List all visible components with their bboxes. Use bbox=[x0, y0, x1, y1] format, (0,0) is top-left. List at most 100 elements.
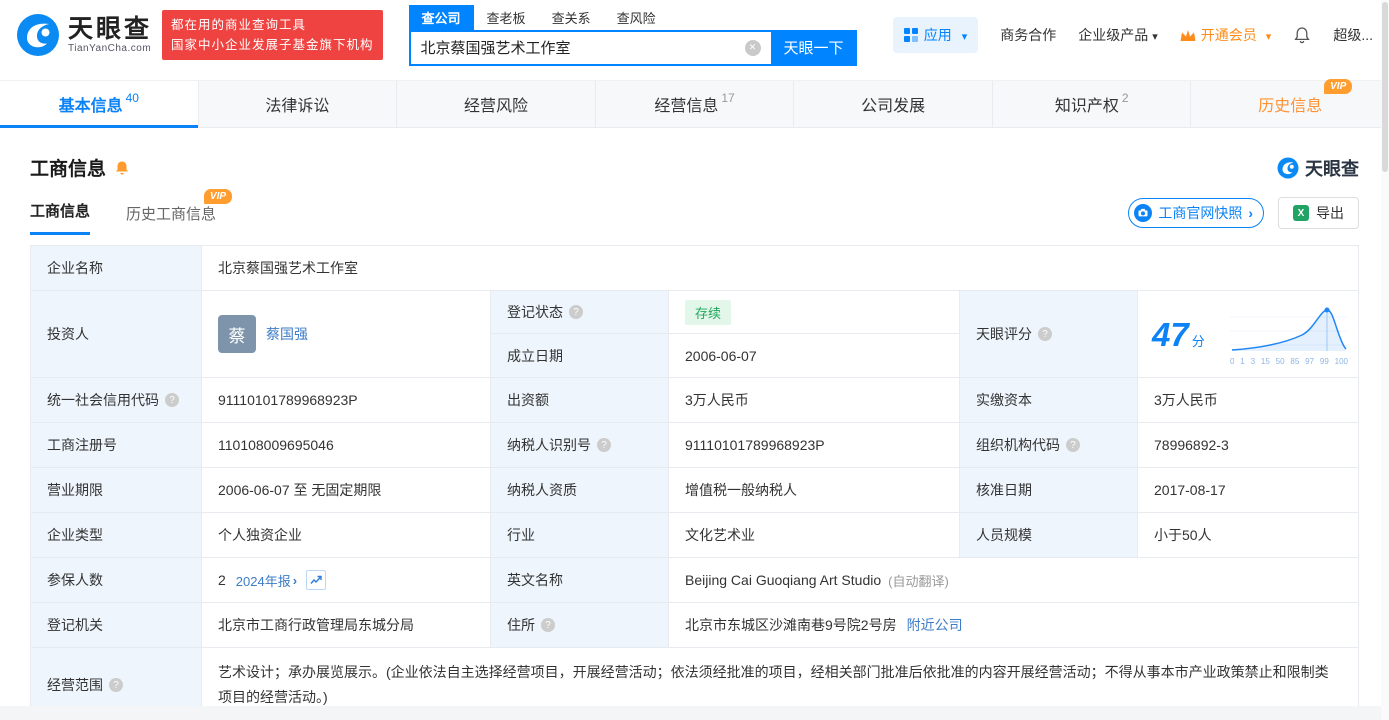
brand-watermark-text: 天眼查 bbox=[1305, 158, 1359, 179]
taxpayer-quality-value: 增值税一般纳税人 bbox=[669, 468, 959, 512]
subtab-history-business-info[interactable]: 历史工商信息 VIP bbox=[126, 189, 233, 235]
help-icon[interactable] bbox=[165, 393, 179, 407]
apps-menu-label: 应用 bbox=[923, 27, 952, 43]
help-icon[interactable] bbox=[541, 618, 555, 632]
reg-authority-label: 登记机关 bbox=[31, 603, 201, 647]
logo-domain: TianYanCha.com bbox=[68, 43, 152, 55]
paid-capital-label: 实缴资本 bbox=[960, 378, 1137, 422]
investor-avatar[interactable]: 蔡 bbox=[218, 315, 256, 353]
tab-legal-proceedings[interactable]: 法律诉讼 bbox=[199, 81, 398, 127]
notification-bell-icon[interactable] bbox=[1293, 26, 1311, 44]
search-tab-company[interactable]: 查公司 bbox=[408, 4, 474, 30]
nav-enterprise-products[interactable]: 企业级产品 bbox=[1078, 25, 1158, 45]
subscribe-bell-icon[interactable] bbox=[114, 160, 130, 176]
help-icon[interactable] bbox=[109, 678, 123, 693]
top-header: 天眼查 TianYanCha.com 都在用的商业查询工具 国家中小企业发展子基… bbox=[0, 0, 1389, 70]
section-tab-bar: 基本信息 40 法律诉讼 经营风险 经营信息 17 公司发展 知识产权 2 历史… bbox=[0, 79, 1389, 128]
tianyancha-logo-icon bbox=[17, 14, 59, 56]
reg-number-value: 110108009695046 bbox=[202, 423, 490, 467]
reg-authority-value: 北京市工商行政管理局东城分局 bbox=[202, 603, 490, 647]
apps-menu[interactable]: 应用 bbox=[892, 17, 979, 53]
top-nav: 应用 商务合作 企业级产品 开通会员 超级... bbox=[892, 17, 1373, 53]
address-label: 住所 bbox=[491, 603, 668, 647]
subtab-business-info[interactable]: 工商信息 bbox=[30, 200, 91, 235]
nav-super-vip[interactable]: 超级... bbox=[1333, 25, 1373, 45]
trend-chart-icon[interactable] bbox=[306, 570, 327, 590]
org-code-value: 78996892-3 bbox=[1138, 423, 1358, 467]
promo-line-1: 都在用的商业查询工具 bbox=[171, 18, 307, 32]
help-icon[interactable] bbox=[569, 305, 583, 319]
nav-business-coop[interactable]: 商务合作 bbox=[1000, 25, 1056, 45]
search-button[interactable]: 天眼一下 bbox=[770, 29, 857, 66]
tab-history-info[interactable]: 历史信息 VIP bbox=[1191, 79, 1389, 127]
credit-code-value: 91110101789968923P bbox=[202, 378, 490, 422]
brand-watermark: 天眼查 bbox=[1277, 155, 1359, 181]
search-tabs: 查公司 查老板 查关系 查风险 bbox=[408, 4, 857, 30]
help-icon[interactable] bbox=[1038, 327, 1052, 341]
score-unit: 分 bbox=[1191, 333, 1205, 349]
crown-icon bbox=[1180, 29, 1196, 41]
tab-label: 经营风险 bbox=[463, 98, 528, 115]
industry-label: 行业 bbox=[491, 513, 668, 557]
vip-badge: VIP bbox=[1324, 79, 1353, 94]
company-name-value: 北京蔡国强艺术工作室 bbox=[202, 246, 1358, 290]
scrollbar-thumb[interactable] bbox=[1382, 2, 1388, 172]
company-type-label: 企业类型 bbox=[31, 513, 201, 557]
tianyancha-logo[interactable]: 天眼查 TianYanCha.com bbox=[16, 13, 152, 57]
score-label: 天眼评分 bbox=[960, 291, 1137, 377]
export-button[interactable]: 导出 bbox=[1278, 197, 1359, 229]
insured-count-label: 参保人数 bbox=[31, 558, 201, 602]
tab-operating-risk[interactable]: 经营风险 bbox=[397, 81, 596, 127]
tab-label: 知识产权 bbox=[1054, 98, 1119, 115]
reg-status-label: 登记状态 bbox=[491, 291, 668, 334]
search-tab-relation[interactable]: 查关系 bbox=[539, 5, 604, 30]
excel-icon bbox=[1293, 205, 1309, 221]
reg-status-value: 存续 bbox=[669, 291, 959, 334]
apps-grid-icon bbox=[903, 28, 918, 42]
capital-value: 3万人民币 bbox=[669, 378, 959, 422]
taxpayer-quality-label: 纳税人资质 bbox=[491, 468, 668, 512]
establish-date-value: 2006-06-07 bbox=[685, 347, 757, 364]
tab-label: 法律诉讼 bbox=[265, 98, 330, 115]
org-code-label: 组织机构代码 bbox=[960, 423, 1137, 467]
help-icon[interactable] bbox=[597, 438, 611, 452]
score-value: 47 分 0 1 3 15 50 85 97 99 100 bbox=[1138, 291, 1358, 377]
arrow-right-icon bbox=[1248, 205, 1253, 221]
scrollbar[interactable] bbox=[1381, 0, 1389, 720]
promo-banner: 都在用的商业查询工具 国家中小企业发展子基金旗下机构 bbox=[162, 10, 383, 60]
tab-intellectual-property[interactable]: 知识产权 2 bbox=[993, 81, 1192, 127]
paid-capital-value: 3万人民币 bbox=[1138, 378, 1358, 422]
help-icon[interactable] bbox=[1066, 438, 1080, 452]
investor-label: 投资人 bbox=[31, 291, 201, 377]
footer bbox=[0, 706, 1389, 720]
search-tab-risk[interactable]: 查风险 bbox=[604, 5, 669, 30]
tab-label: 公司发展 bbox=[861, 98, 926, 115]
auto-translate-note: (自动翻译) bbox=[888, 573, 949, 589]
score-number: 47 bbox=[1152, 315, 1189, 353]
establish-date-label: 成立日期 bbox=[507, 347, 563, 364]
tab-label: 经营信息 bbox=[654, 98, 719, 115]
annual-report-link[interactable]: 2024年报 bbox=[236, 571, 297, 590]
tab-count: 2 bbox=[1121, 91, 1129, 105]
section-title: 工商信息 bbox=[30, 159, 107, 180]
chevron-down-icon bbox=[1148, 27, 1158, 43]
chevron-down-icon bbox=[958, 27, 968, 43]
search-tab-boss[interactable]: 查老板 bbox=[474, 5, 539, 30]
investor-link[interactable]: 蔡国强 bbox=[266, 324, 308, 344]
business-term-label: 营业期限 bbox=[31, 468, 201, 512]
tab-count: 17 bbox=[721, 91, 735, 105]
tab-operating-info[interactable]: 经营信息 17 bbox=[596, 81, 795, 127]
staff-size-label: 人员规模 bbox=[960, 513, 1137, 557]
score-chart: 0 1 3 15 50 85 97 99 100 bbox=[1230, 303, 1348, 366]
official-snapshot-button[interactable]: 工商官网快照 bbox=[1128, 198, 1264, 228]
approval-date-value: 2017-08-17 bbox=[1138, 468, 1358, 512]
insured-count-value: 2 2024年报 bbox=[202, 558, 490, 602]
nav-open-vip[interactable]: 开通会员 bbox=[1180, 25, 1272, 45]
business-info-table: 企业名称 北京蔡国强艺术工作室 投资人 蔡 蔡国强 登记状态 成立日期 存续 bbox=[30, 245, 1359, 720]
clear-icon[interactable] bbox=[744, 39, 761, 56]
tab-company-development[interactable]: 公司发展 bbox=[794, 81, 993, 127]
tab-basic-info[interactable]: 基本信息 40 bbox=[0, 81, 199, 128]
nearby-companies-link[interactable]: 附近公司 bbox=[907, 615, 963, 635]
search-input[interactable] bbox=[408, 29, 771, 66]
business-term-value: 2006-06-07 至 无固定期限 bbox=[202, 468, 490, 512]
